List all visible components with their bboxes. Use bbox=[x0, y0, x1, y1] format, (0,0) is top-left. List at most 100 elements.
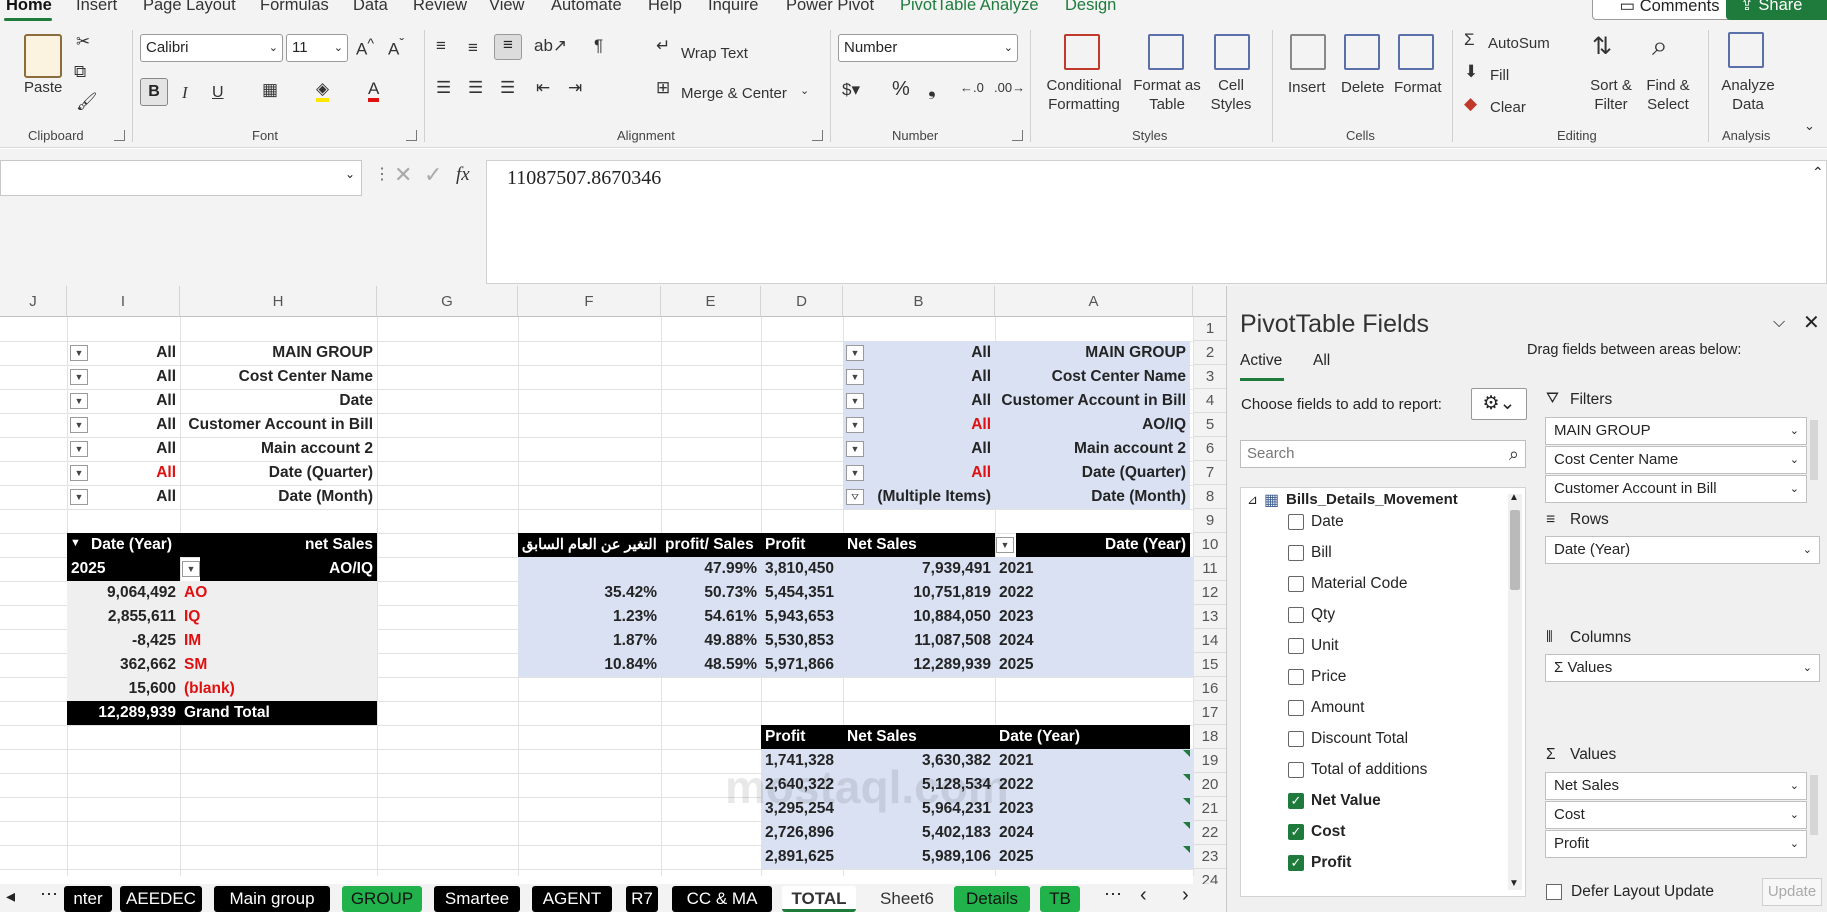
field-name[interactable]: Unit bbox=[1311, 634, 1339, 658]
row-header[interactable]: 15 bbox=[1193, 653, 1227, 677]
format-cells-button[interactable]: Format bbox=[1394, 78, 1442, 97]
area-scrollbar[interactable] bbox=[1810, 420, 1818, 480]
format-as-table-icon[interactable] bbox=[1148, 34, 1184, 70]
pivot-row-label[interactable]: AO bbox=[180, 581, 377, 605]
fill-color-icon[interactable]: ◈ bbox=[316, 80, 330, 102]
defer-checkbox[interactable] bbox=[1546, 884, 1562, 900]
tab-page-layout[interactable]: Page Layout bbox=[143, 0, 236, 15]
column-header[interactable]: A bbox=[995, 286, 1193, 317]
decrease-font-icon[interactable]: Aˇ bbox=[388, 36, 404, 60]
eraser-icon[interactable]: ◆ bbox=[1464, 94, 1477, 114]
column-header[interactable]: H bbox=[180, 286, 377, 317]
gear-icon[interactable]: ⚙⌄ bbox=[1471, 388, 1527, 420]
year-label[interactable]: 2025 bbox=[995, 845, 1193, 869]
indent-increase-icon[interactable]: ⇥ bbox=[568, 78, 582, 98]
field-checkbox[interactable]: ✓ bbox=[1288, 793, 1304, 809]
find-select-button[interactable]: Find & Select bbox=[1640, 76, 1696, 114]
values-area-item[interactable]: Profit ⌄ bbox=[1545, 830, 1807, 858]
clear-button[interactable]: Clear bbox=[1490, 98, 1526, 117]
tab-pivottable-analyze[interactable]: PivotTable Analyze bbox=[900, 0, 1039, 15]
row-header[interactable]: 18 bbox=[1193, 725, 1227, 749]
filters-area-item[interactable]: Cost Center Name ⌄ bbox=[1545, 446, 1807, 474]
sheet-tab[interactable]: Main group bbox=[214, 886, 330, 912]
share-button[interactable]: ⇪ Share bbox=[1726, 0, 1827, 20]
tab-design[interactable]: Design bbox=[1065, 0, 1116, 15]
column-header[interactable]: D bbox=[761, 286, 843, 317]
tab-all[interactable]: All bbox=[1313, 352, 1330, 370]
sheet-tab[interactable]: TOTAL bbox=[782, 886, 856, 912]
sheet-tab[interactable]: CC & MA bbox=[672, 886, 772, 912]
year-label[interactable]: 2024 bbox=[995, 821, 1193, 845]
filter-dropdown-button[interactable]: ▼ bbox=[182, 561, 200, 577]
row-header[interactable]: 12 bbox=[1193, 581, 1227, 605]
column-header[interactable]: B bbox=[843, 286, 995, 317]
row-header[interactable]: 9 bbox=[1193, 509, 1227, 533]
collapse-icon[interactable]: ⊿ bbox=[1247, 492, 1258, 508]
insert-cells-button[interactable]: Insert bbox=[1288, 78, 1326, 97]
tab-inquire[interactable]: Inquire bbox=[708, 0, 758, 15]
align-middle-icon[interactable]: ≡ bbox=[468, 38, 478, 58]
columns-area-item[interactable]: Σ Values ⌄ bbox=[1545, 654, 1820, 682]
autosum-button[interactable]: AutoSum bbox=[1488, 34, 1550, 53]
field-name[interactable]: Amount bbox=[1311, 696, 1364, 720]
field-name[interactable]: Net Value bbox=[1311, 789, 1381, 813]
year-label[interactable]: 2022 bbox=[995, 581, 1193, 605]
font-launcher-icon[interactable] bbox=[406, 130, 417, 141]
bold-button[interactable]: B bbox=[140, 78, 168, 106]
select-all-corner[interactable] bbox=[1193, 286, 1227, 317]
sheet-tab[interactable]: nter bbox=[64, 886, 112, 912]
year-label[interactable]: 2024 bbox=[995, 629, 1193, 653]
enter-icon[interactable]: ✓ bbox=[424, 162, 442, 188]
pivot-row-label[interactable]: SM bbox=[180, 653, 377, 677]
field-checkbox[interactable] bbox=[1288, 669, 1304, 685]
pivot-header-year[interactable]: Date (Year) bbox=[67, 533, 180, 557]
font-color-icon[interactable]: A bbox=[368, 80, 380, 102]
conditional-formatting-button[interactable]: Conditional Formatting bbox=[1044, 76, 1124, 114]
field-name[interactable]: Qty bbox=[1311, 603, 1335, 627]
row-header[interactable]: 6 bbox=[1193, 437, 1227, 461]
filter-dropdown-button[interactable]: ▼ bbox=[996, 537, 1014, 553]
wrap-text-icon[interactable]: ↵ bbox=[656, 36, 670, 56]
update-button[interactable]: Update bbox=[1762, 878, 1822, 906]
field-checkbox[interactable] bbox=[1288, 514, 1304, 530]
field-checkbox[interactable] bbox=[1288, 607, 1304, 623]
area-scrollbar[interactable] bbox=[1810, 775, 1818, 835]
field-checkbox[interactable] bbox=[1288, 545, 1304, 561]
decrease-decimal-icon[interactable]: .00→ bbox=[994, 80, 1025, 95]
nav-prev-icon[interactable]: ◂ bbox=[6, 886, 15, 907]
year-label[interactable]: 2023 bbox=[995, 605, 1193, 629]
comments-button[interactable]: ▭ Comments bbox=[1592, 0, 1747, 20]
field-checkbox[interactable] bbox=[1288, 762, 1304, 778]
year-label[interactable]: 2023 bbox=[995, 797, 1193, 821]
row-header[interactable]: 14 bbox=[1193, 629, 1227, 653]
field-name[interactable]: Discount Total bbox=[1311, 727, 1408, 751]
sheet-tab[interactable]: GROUP bbox=[342, 886, 422, 912]
sheet-tab[interactable]: AEEDEC bbox=[120, 886, 202, 912]
field-checkbox[interactable] bbox=[1288, 731, 1304, 747]
copy-icon[interactable]: ⧉ bbox=[74, 62, 86, 82]
chevron-down-icon[interactable]: ⌄ bbox=[800, 82, 809, 101]
text-direction-icon[interactable]: ¶ bbox=[594, 36, 603, 56]
row-header[interactable]: 17 bbox=[1193, 701, 1227, 725]
fill-button[interactable]: Fill bbox=[1490, 66, 1509, 85]
row-header[interactable]: 8 bbox=[1193, 485, 1227, 509]
field-checkbox[interactable]: ✓ bbox=[1288, 855, 1304, 871]
name-box[interactable]: ⌄ bbox=[0, 160, 362, 196]
field-search-input[interactable]: Search ⌕ bbox=[1240, 440, 1526, 468]
number-format-select[interactable]: Number ⌄ bbox=[838, 34, 1018, 62]
format-painter-icon[interactable]: 🖌 bbox=[76, 92, 98, 112]
cell-styles-icon[interactable] bbox=[1214, 34, 1250, 70]
orientation-icon[interactable]: ab↗ bbox=[534, 36, 567, 56]
merge-center-button[interactable]: Merge & Center bbox=[681, 84, 787, 103]
field-name[interactable]: Profit bbox=[1311, 851, 1351, 875]
filters-area-item[interactable]: MAIN GROUP ⌄ bbox=[1545, 417, 1807, 445]
autosum-icon[interactable]: Σ bbox=[1464, 30, 1475, 50]
sheet-tab[interactable]: TB bbox=[1040, 886, 1080, 912]
field-checkbox[interactable] bbox=[1288, 576, 1304, 592]
clipboard-launcher-icon[interactable] bbox=[114, 130, 125, 141]
field-name[interactable]: Bill bbox=[1311, 541, 1332, 565]
values-area-item[interactable]: Cost ⌄ bbox=[1545, 801, 1807, 829]
tab-insert[interactable]: Insert bbox=[76, 0, 117, 15]
row-header[interactable]: 21 bbox=[1193, 797, 1227, 821]
chevron-down-icon[interactable]: ⌵ bbox=[1773, 314, 1785, 332]
